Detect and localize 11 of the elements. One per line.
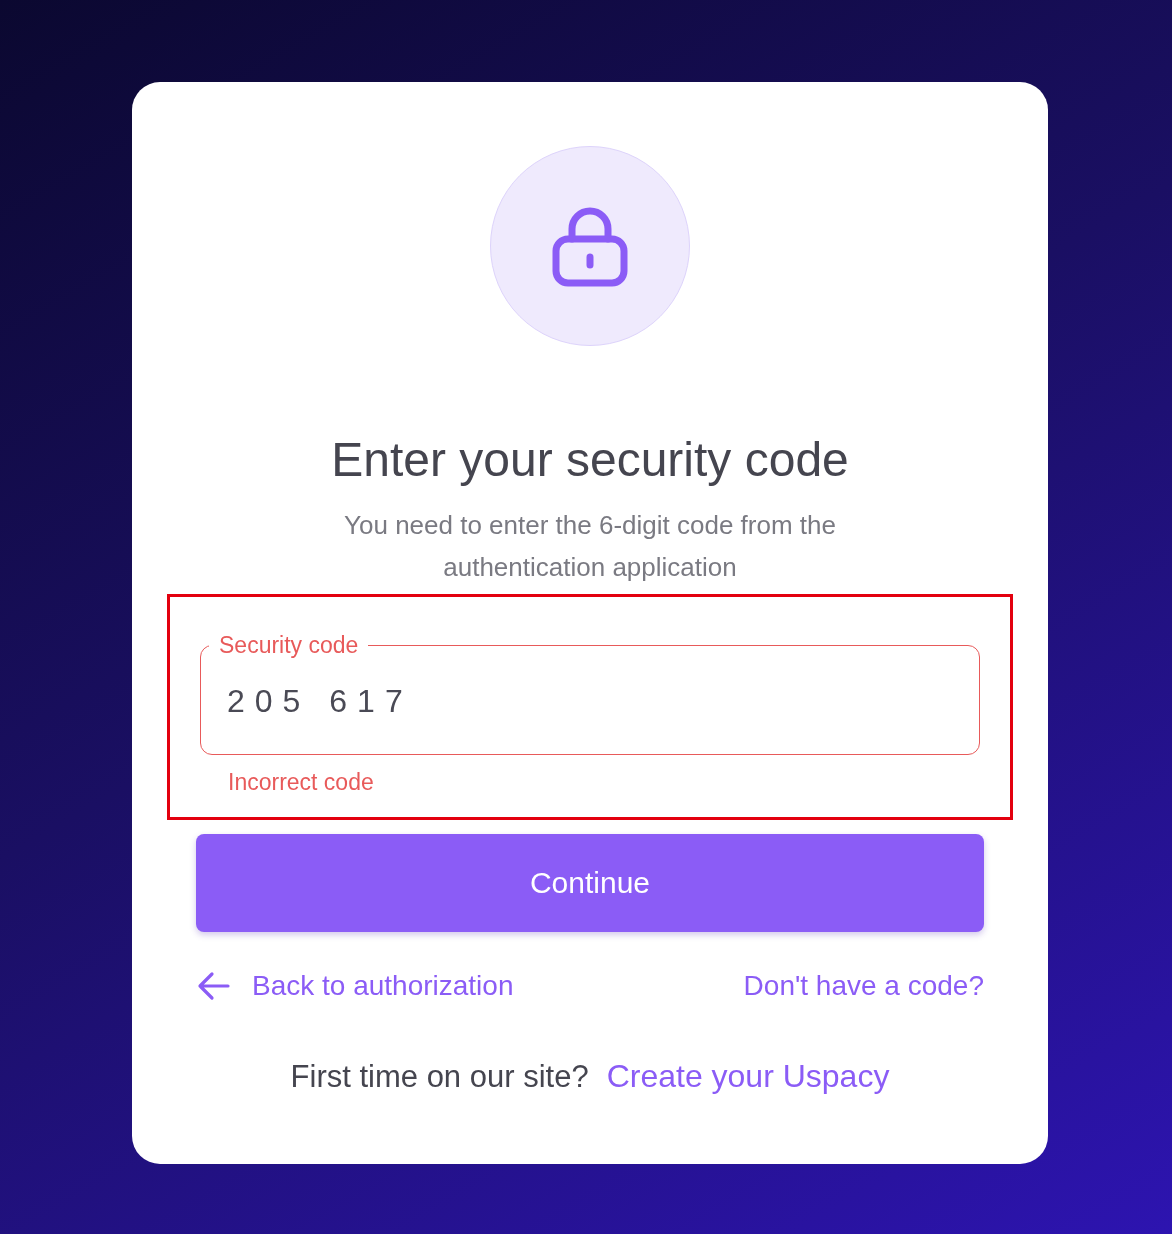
- error-message: Incorrect code: [228, 768, 375, 797]
- continue-button[interactable]: Continue: [196, 834, 984, 932]
- field-value: 205 617: [227, 682, 413, 721]
- footer-text: First time on our site?: [290, 1059, 589, 1095]
- page-title: Enter your security code: [331, 432, 849, 488]
- instruction-text: You need to enter the 6-digit code from the authentication application: [343, 509, 837, 584]
- signup-link[interactable]: Create your Uspacy: [606, 1058, 890, 1095]
- arrow-left-icon: [196, 971, 230, 1001]
- field-label: Security code: [218, 631, 360, 659]
- back-link[interactable]: Back to authorization: [196, 970, 514, 1002]
- no-code-link[interactable]: Don't have a code?: [743, 970, 984, 1002]
